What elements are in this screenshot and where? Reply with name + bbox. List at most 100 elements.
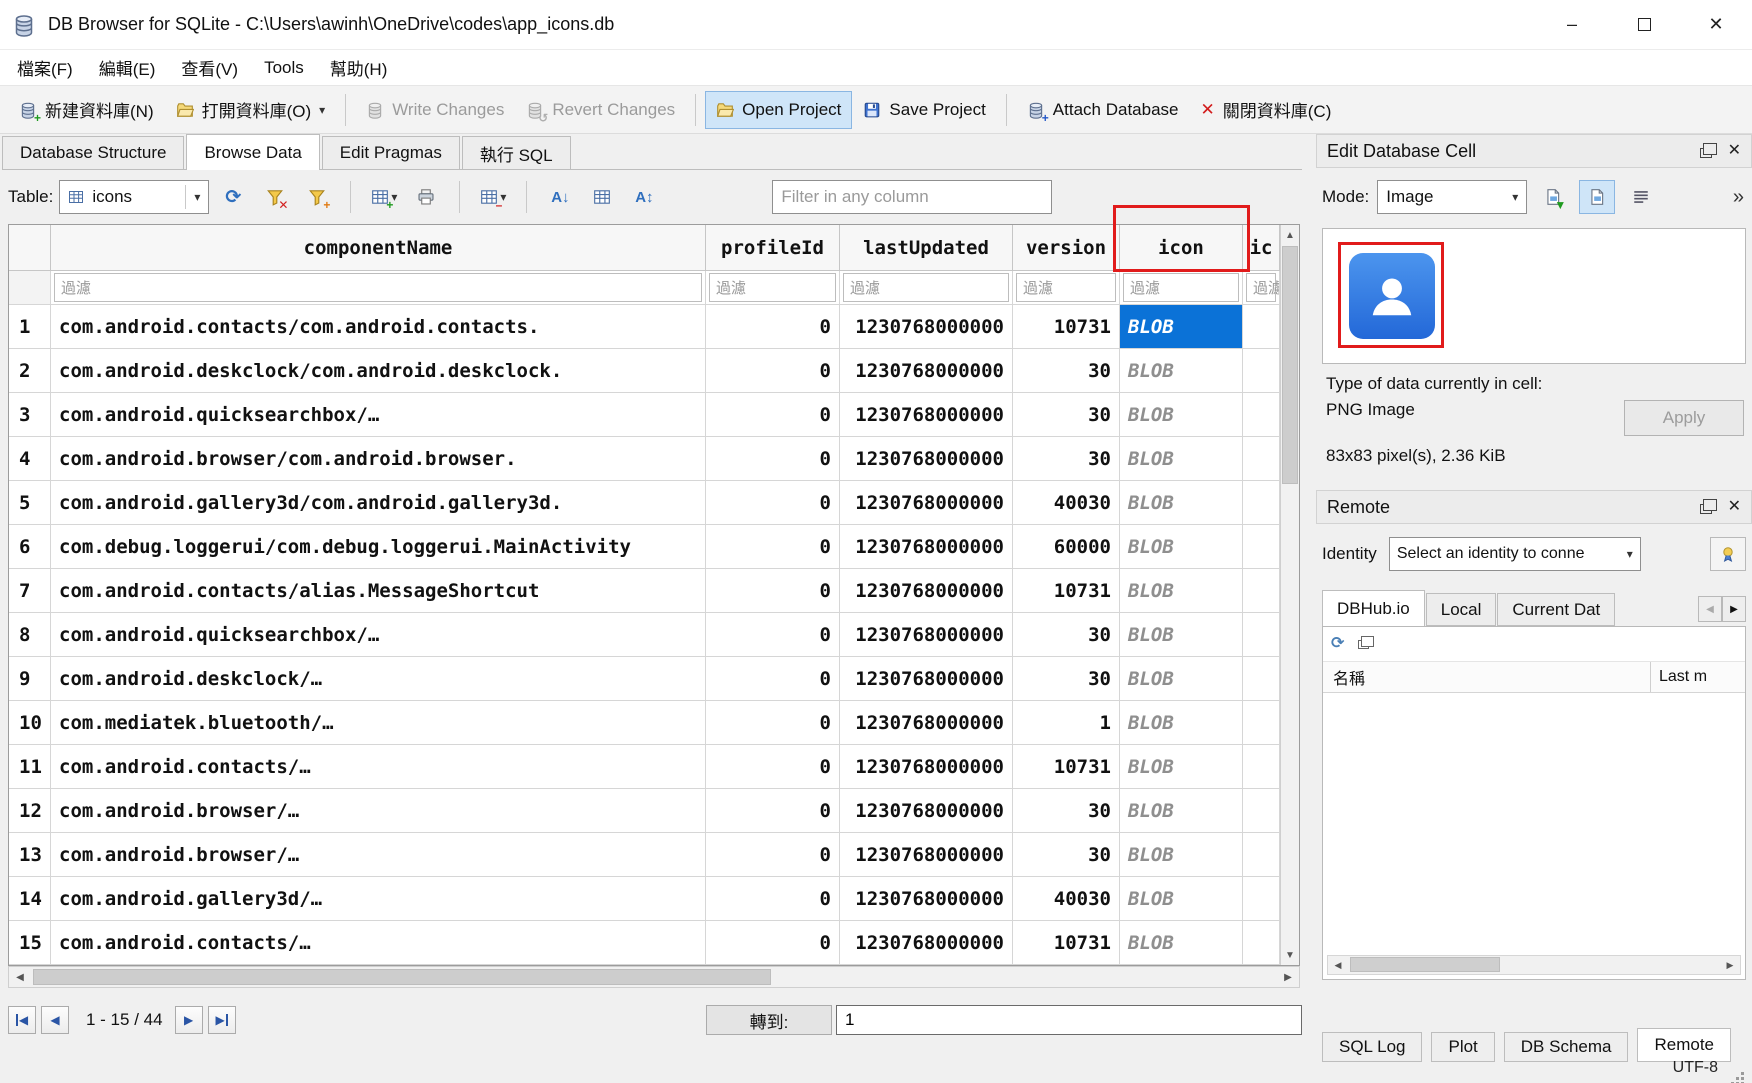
cell-icon[interactable]: BLOB [1120, 789, 1243, 833]
row-number[interactable]: 13 [9, 833, 51, 877]
save-project-button[interactable]: Save Project [852, 91, 996, 129]
menu-edit[interactable]: 編輯(E) [86, 50, 169, 85]
delete-record-button[interactable]: –▾ [475, 181, 511, 213]
tab-browse-data[interactable]: Browse Data [186, 134, 319, 170]
cell-lastUpdated[interactable]: 1230768000000 [840, 833, 1013, 877]
tab-scroll-left-button[interactable]: ◀ [1698, 596, 1722, 622]
filter-input-icon2[interactable]: 過濾 [1246, 273, 1276, 302]
cell-profileId[interactable]: 0 [706, 569, 840, 613]
cell-componentName[interactable]: com.android.quicksearchbox/… [51, 393, 706, 437]
cell-profileId[interactable]: 0 [706, 437, 840, 481]
row-number[interactable]: 8 [9, 613, 51, 657]
vertical-scroll-thumb[interactable] [1282, 246, 1298, 484]
write-changes-button[interactable]: Write Changes [355, 91, 515, 129]
open-database-dropdown-icon[interactable]: ▾ [319, 103, 325, 117]
sort-ascending-button[interactable]: A↓ [542, 181, 578, 213]
remote-scroll-right-button[interactable]: ▶ [1720, 956, 1740, 974]
cell-version[interactable]: 10731 [1013, 569, 1120, 613]
cell-version[interactable]: 30 [1013, 657, 1120, 701]
close-database-button[interactable]: ✕ 關閉資料庫(C) [1190, 88, 1343, 131]
column-header-last-modified[interactable]: Last m [1651, 668, 1707, 686]
row-number[interactable]: 3 [9, 393, 51, 437]
identity-certificate-button[interactable] [1710, 537, 1746, 571]
cell-icon[interactable]: BLOB [1120, 569, 1243, 613]
cell-icon[interactable]: BLOB [1120, 349, 1243, 393]
new-database-button[interactable]: + 新建資料庫(N) [8, 88, 165, 131]
row-number[interactable]: 11 [9, 745, 51, 789]
column-header-icon[interactable]: icon [1120, 225, 1243, 271]
tab-execute-sql[interactable]: 執行 SQL [462, 136, 571, 170]
cell-componentName[interactable]: com.android.deskclock/… [51, 657, 706, 701]
tab-dbhub[interactable]: DBHub.io [1322, 590, 1425, 626]
row-number[interactable]: 4 [9, 437, 51, 481]
revert-changes-button[interactable]: ↺ Revert Changes [515, 91, 686, 129]
cell-profileId[interactable]: 0 [706, 481, 840, 525]
row-number[interactable]: 14 [9, 877, 51, 921]
row-number[interactable]: 7 [9, 569, 51, 613]
print-button[interactable] [408, 181, 444, 213]
remote-refresh-icon[interactable]: ⟳ [1331, 636, 1344, 652]
cell-version[interactable]: 30 [1013, 437, 1120, 481]
cell-profileId[interactable]: 0 [706, 789, 840, 833]
vertical-scrollbar[interactable]: ▲ ▼ [1280, 225, 1299, 965]
cell-version[interactable]: 30 [1013, 613, 1120, 657]
cell-componentName[interactable]: com.android.browser/com.android.browser. [51, 437, 706, 481]
cell-icon[interactable]: BLOB [1120, 657, 1243, 701]
minimize-button[interactable]: – [1536, 0, 1608, 49]
cell-version[interactable]: 10731 [1013, 921, 1120, 965]
refresh-button[interactable]: ⟳ [215, 181, 251, 213]
cell-lastUpdated[interactable]: 1230768000000 [840, 305, 1013, 349]
cell-icon[interactable]: BLOB [1120, 393, 1243, 437]
filter-options-button[interactable]: + [299, 181, 335, 213]
remote-scroll-thumb[interactable] [1350, 957, 1500, 972]
cell-lastUpdated[interactable]: 1230768000000 [840, 569, 1013, 613]
cell-componentName[interactable]: com.debug.loggerui/com.debug.loggerui.Ma… [51, 525, 706, 569]
cell-lastUpdated[interactable]: 1230768000000 [840, 657, 1013, 701]
horizontal-scrollbar[interactable]: ◀ ▶ [8, 966, 1300, 988]
cell-version[interactable]: 1 [1013, 701, 1120, 745]
last-record-button[interactable]: ▶ [208, 1006, 236, 1034]
float-dock-icon[interactable] [1700, 504, 1712, 514]
close-dock-icon[interactable]: ✕ [1728, 143, 1741, 159]
tab-current-database[interactable]: Current Dat [1497, 593, 1615, 626]
sort-order-button[interactable]: A↕ [626, 181, 662, 213]
float-dock-icon[interactable] [1700, 148, 1712, 158]
tab-db-schema[interactable]: DB Schema [1504, 1032, 1629, 1062]
tab-edit-pragmas[interactable]: Edit Pragmas [322, 136, 460, 170]
cell-icon2[interactable] [1243, 789, 1280, 833]
cell-profileId[interactable]: 0 [706, 745, 840, 789]
tab-plot[interactable]: Plot [1431, 1032, 1494, 1062]
filter-input-profileId[interactable]: 過濾 [709, 273, 836, 302]
cell-icon2[interactable] [1243, 481, 1280, 525]
row-number[interactable]: 6 [9, 525, 51, 569]
open-database-button[interactable]: 打開資料庫(O) ▾ [165, 88, 337, 131]
resize-grip-icon[interactable] [1741, 1072, 1744, 1075]
menu-file[interactable]: 檔案(F) [4, 50, 86, 85]
tab-remote[interactable]: Remote [1637, 1028, 1731, 1062]
toolbar-overflow-ic[interactable]: » [1733, 186, 1746, 209]
cell-componentName[interactable]: com.android.contacts/… [51, 745, 706, 789]
column-header-componentName[interactable]: componentName [51, 225, 706, 271]
cell-version[interactable]: 30 [1013, 833, 1120, 877]
row-number[interactable]: 1 [9, 305, 51, 349]
cell-profileId[interactable]: 0 [706, 701, 840, 745]
cell-lastUpdated[interactable]: 1230768000000 [840, 701, 1013, 745]
cell-lastUpdated[interactable]: 1230768000000 [840, 877, 1013, 921]
row-number[interactable]: 15 [9, 921, 51, 965]
global-filter-input[interactable] [772, 180, 1052, 214]
menu-tools[interactable]: Tools [251, 50, 317, 85]
cell-profileId[interactable]: 0 [706, 657, 840, 701]
cell-icon2[interactable] [1243, 613, 1280, 657]
cell-icon2[interactable] [1243, 349, 1280, 393]
column-header-lastUpdated[interactable]: lastUpdated [840, 225, 1013, 271]
cell-profileId[interactable]: 0 [706, 833, 840, 877]
row-number[interactable]: 12 [9, 789, 51, 833]
filter-input-icon[interactable]: 過濾 [1123, 273, 1239, 302]
cell-lastUpdated[interactable]: 1230768000000 [840, 525, 1013, 569]
cell-icon[interactable]: BLOB [1120, 437, 1243, 481]
cell-lastUpdated[interactable]: 1230768000000 [840, 481, 1013, 525]
close-button[interactable]: ✕ [1680, 0, 1752, 49]
cell-icon[interactable]: BLOB [1120, 305, 1243, 349]
cell-icon2[interactable] [1243, 701, 1280, 745]
cell-version[interactable]: 40030 [1013, 481, 1120, 525]
